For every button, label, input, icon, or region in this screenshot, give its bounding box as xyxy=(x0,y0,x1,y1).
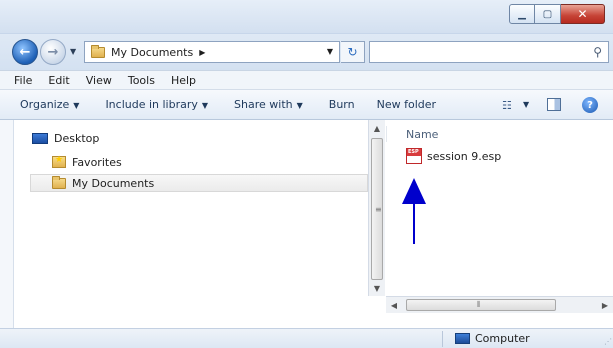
navigation-pane-footer xyxy=(14,296,385,328)
address-bar[interactable]: My Documents ▶ ▼ xyxy=(84,41,340,63)
folder-icon xyxy=(52,175,66,189)
address-row: ← → ▼ My Documents ▶ ▼ ↻ ⚲ xyxy=(0,34,613,70)
organize-button[interactable]: Organize ▼ xyxy=(20,98,79,111)
view-options-dropdown-icon[interactable]: ▼ xyxy=(523,100,529,109)
scroll-up-icon[interactable]: ▲ xyxy=(369,120,385,136)
grip-icon: ⦀ xyxy=(477,300,481,309)
organize-label: Organize xyxy=(20,98,70,111)
help-icon[interactable]: ? xyxy=(582,97,598,113)
nav-item-my-documents[interactable]: My Documents xyxy=(30,174,368,192)
menu-bar: File Edit View Tools Help xyxy=(0,70,613,90)
window-controls: ▁ ▢ ✕ xyxy=(509,4,605,26)
share-with-label: Share with xyxy=(234,98,293,111)
close-button[interactable]: ✕ xyxy=(561,4,605,24)
share-with-button[interactable]: Share with ▼ xyxy=(234,98,303,111)
file-name: session 9.esp xyxy=(427,149,502,163)
menu-tools[interactable]: Tools xyxy=(120,74,163,87)
column-header-name[interactable]: Name xyxy=(406,128,438,141)
command-bar: Organize ▼ Include in library ▼ Share with… xyxy=(0,90,613,120)
include-in-library-button[interactable]: Include in library ▼ xyxy=(105,98,208,111)
resize-grip-icon[interactable]: ⋰ xyxy=(604,337,612,346)
arrow-head xyxy=(402,178,426,204)
maximize-icon: ▢ xyxy=(542,8,553,20)
left-frame xyxy=(0,120,14,328)
menu-help[interactable]: Help xyxy=(163,74,204,87)
change-view-icon[interactable]: ☷ xyxy=(502,99,512,112)
status-location-label: Computer xyxy=(475,332,530,345)
refresh-button[interactable]: ↻ xyxy=(341,41,365,63)
file-list-horizontal-scrollbar[interactable]: ◀ ⦀ ▶ xyxy=(386,296,613,313)
chevron-down-icon: ▼ xyxy=(296,101,303,110)
menu-edit[interactable]: Edit xyxy=(40,74,77,87)
search-input[interactable]: ⚲ xyxy=(369,41,609,63)
address-location[interactable]: My Documents xyxy=(111,46,193,59)
breadcrumb-chevron-icon[interactable]: ▶ xyxy=(199,48,205,57)
forward-button[interactable]: → xyxy=(40,39,66,65)
file-item[interactable]: ESP session 9.esp xyxy=(406,148,501,164)
nav-item-desktop[interactable]: Desktop xyxy=(32,129,99,147)
title-bar: ▁ ▢ ✕ xyxy=(0,0,613,34)
back-button[interactable]: ← xyxy=(12,39,38,65)
refresh-icon: ↻ xyxy=(347,45,358,59)
new-folder-button[interactable]: New folder xyxy=(377,98,436,111)
back-arrow-icon: ← xyxy=(19,44,31,60)
grip-icon: ≡ xyxy=(375,205,382,214)
scrollbar-thumb[interactable]: ≡ xyxy=(371,138,383,280)
annotation-arrow xyxy=(402,178,426,244)
folder-icon xyxy=(91,44,105,58)
menu-view[interactable]: View xyxy=(78,74,120,87)
status-location: Computer xyxy=(455,332,530,345)
recent-pages-dropdown-icon[interactable]: ▼ xyxy=(70,47,76,56)
column-divider xyxy=(386,126,387,142)
favorites-icon xyxy=(52,155,66,168)
forward-arrow-icon: → xyxy=(47,44,59,60)
scroll-down-icon[interactable]: ▼ xyxy=(369,280,385,296)
nav-item-label: My Documents xyxy=(72,176,155,190)
esp-icon-text: ESP xyxy=(408,149,419,155)
menu-file[interactable]: File xyxy=(6,74,40,87)
preview-pane-icon[interactable] xyxy=(547,98,561,111)
nav-item-favorites[interactable]: Favorites xyxy=(52,153,122,171)
search-icon[interactable]: ⚲ xyxy=(593,45,602,59)
status-divider xyxy=(442,331,443,347)
chevron-down-icon: ▼ xyxy=(201,101,209,110)
burn-button[interactable]: Burn xyxy=(329,98,355,111)
maximize-button[interactable]: ▢ xyxy=(535,4,561,24)
navigation-scrollbar[interactable]: ▲ ≡ ▼ xyxy=(368,120,385,296)
chevron-down-icon: ▼ xyxy=(73,101,80,110)
include-in-library-label: Include in library xyxy=(105,98,198,111)
scrollbar-thumb[interactable]: ⦀ xyxy=(406,299,556,311)
nav-item-label: Favorites xyxy=(72,155,122,169)
scroll-left-icon[interactable]: ◀ xyxy=(386,297,402,313)
address-dropdown-icon[interactable]: ▼ xyxy=(327,47,333,56)
minimize-button[interactable]: ▁ xyxy=(509,4,535,24)
minimize-icon: ▁ xyxy=(518,8,526,20)
desktop-icon xyxy=(32,132,48,144)
status-bar: Computer ⋰ xyxy=(0,328,613,348)
nav-item-label: Desktop xyxy=(54,131,100,145)
esp-file-icon: ESP xyxy=(406,148,422,164)
close-icon: ✕ xyxy=(577,7,588,21)
scroll-right-icon[interactable]: ▶ xyxy=(597,297,613,313)
explorer-window: ▁ ▢ ✕ ← → ▼ My Documents ▶ ▼ ↻ ⚲ File Ed… xyxy=(0,0,613,348)
computer-icon xyxy=(455,333,470,344)
